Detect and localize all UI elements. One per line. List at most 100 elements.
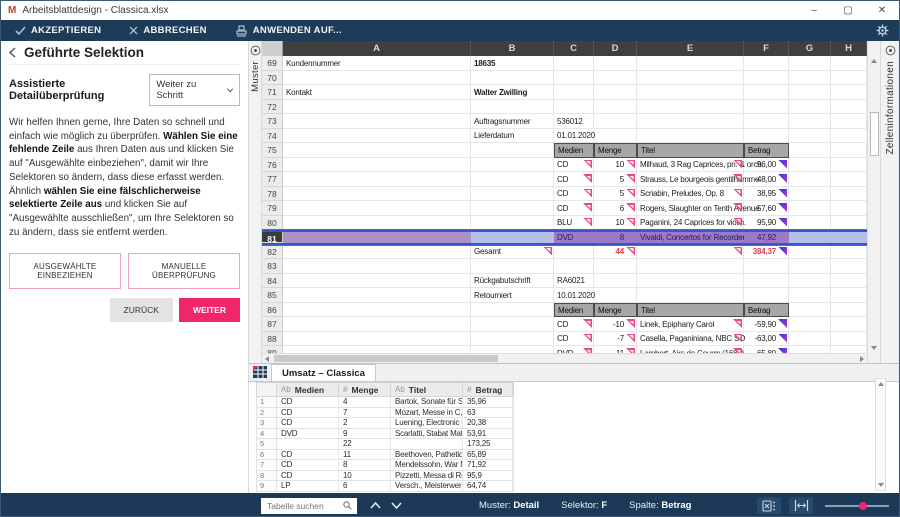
row-header-79[interactable]: 79: [262, 201, 283, 216]
cell-C72[interactable]: [554, 100, 594, 115]
cell-B85[interactable]: Retourniert: [471, 288, 554, 303]
cell-H80[interactable]: [831, 216, 867, 231]
cell-C80[interactable]: BLU: [554, 216, 594, 231]
cell-C74[interactable]: 01.01.2020: [554, 129, 594, 144]
include-selected-button[interactable]: AUSGEWÄHLTE EINBEZIEHEN: [9, 253, 121, 289]
cell-H79[interactable]: [831, 201, 867, 216]
zoom-slider-thumb[interactable]: [859, 502, 867, 510]
cell-F84[interactable]: [744, 274, 789, 289]
cell-A83[interactable]: [283, 259, 471, 274]
preview-cell[interactable]: [391, 439, 463, 449]
cell-H77[interactable]: [831, 172, 867, 187]
preview-row-4[interactable]: 4DVD9Scarlatti, Stabat Mater53,91: [256, 429, 514, 440]
cell-C73[interactable]: 536012: [554, 114, 594, 129]
row-header-82[interactable]: 82: [262, 245, 283, 260]
cell-D79[interactable]: 6: [594, 201, 637, 216]
back-chevron-icon[interactable]: [9, 47, 16, 58]
preview-cell[interactable]: Mendelssohn, War M...: [391, 460, 463, 470]
cell-D78[interactable]: 5: [594, 187, 637, 202]
preview-cell[interactable]: 10: [339, 471, 391, 481]
cell-G80[interactable]: [789, 216, 831, 231]
close-button[interactable]: ✕: [865, 1, 899, 20]
apply-to-button[interactable]: ANWENDEN AUF...: [221, 20, 356, 41]
preview-cell[interactable]: 35,96: [463, 397, 513, 407]
cell-A72[interactable]: [283, 100, 471, 115]
find-previous-button[interactable]: [370, 502, 381, 509]
preview-row-9[interactable]: 9LP6Versch., Meisterwerk...64,74: [256, 481, 514, 492]
horizontal-scroll-thumb[interactable]: [274, 355, 498, 362]
scroll-right-icon[interactable]: [860, 356, 864, 362]
preview-cell[interactable]: Pizzetti, Messa di Re...: [391, 471, 463, 481]
cell-D75[interactable]: Menge: [594, 143, 637, 158]
row-header-88[interactable]: 88: [262, 332, 283, 347]
cell-G87[interactable]: [789, 317, 831, 332]
cell-B83[interactable]: [471, 259, 554, 274]
preview-cell[interactable]: Versch., Meisterwerk...: [391, 481, 463, 491]
cell-A88[interactable]: [283, 332, 471, 347]
cell-H83[interactable]: [831, 259, 867, 274]
preview-row-5[interactable]: 522173,25: [256, 439, 514, 450]
cell-G81[interactable]: [789, 232, 831, 243]
cell-E80[interactable]: Paganini, 24 Caprices for violin.: [637, 216, 744, 231]
cell-E87[interactable]: Linek, Epiphany Carol: [637, 317, 744, 332]
next-button[interactable]: WEITER: [179, 298, 240, 322]
cell-D81[interactable]: 8: [594, 232, 637, 243]
preview-cell[interactable]: LP: [277, 481, 339, 491]
cell-F86[interactable]: Betrag: [744, 303, 789, 318]
cell-G71[interactable]: [789, 85, 831, 100]
cell-D70[interactable]: [594, 71, 637, 86]
cell-C71[interactable]: [554, 85, 594, 100]
cell-C83[interactable]: [554, 259, 594, 274]
tab-umsatz-classica[interactable]: Umsatz – Classica: [271, 364, 376, 381]
preview-cell[interactable]: Scarlatti, Stabat Mater: [391, 429, 463, 439]
cell-H81[interactable]: [831, 232, 867, 243]
cell-E86[interactable]: Titel: [637, 303, 744, 318]
cancel-button[interactable]: ABBRECHEN: [115, 20, 220, 41]
row-header-80[interactable]: 80: [262, 216, 283, 231]
back-button[interactable]: ZURÜCK: [110, 298, 173, 322]
preview-cell[interactable]: CD: [277, 460, 339, 470]
cell-B72[interactable]: [471, 100, 554, 115]
cell-A77[interactable]: [283, 172, 471, 187]
cell-A79[interactable]: [283, 201, 471, 216]
preview-cell[interactable]: Bartok, Sonate für So...: [391, 397, 463, 407]
search-input[interactable]: [265, 500, 343, 512]
preview-row-1[interactable]: 1CD4Bartok, Sonate für So...35,96: [256, 397, 514, 408]
cell-H86[interactable]: [831, 303, 867, 318]
cell-E69[interactable]: [637, 56, 744, 71]
cell-E79[interactable]: Rogers, Slaughter on Tenth Avenue: [637, 201, 744, 216]
cell-C76[interactable]: CD: [554, 158, 594, 173]
cell-A74[interactable]: [283, 129, 471, 144]
cell-F83[interactable]: [744, 259, 789, 274]
row-header-71[interactable]: 71: [262, 85, 283, 100]
manual-review-button[interactable]: MANUELLE ÜBERPRÜFUNG: [128, 253, 240, 289]
column-header-H[interactable]: H: [831, 41, 867, 56]
cell-H71[interactable]: [831, 85, 867, 100]
cell-F82[interactable]: 384,37: [744, 245, 789, 260]
cell-F81[interactable]: 47,92: [744, 232, 789, 243]
preview-scroll-down-icon[interactable]: [878, 483, 884, 487]
cell-D72[interactable]: [594, 100, 637, 115]
cell-C84[interactable]: RA6021: [554, 274, 594, 289]
cell-A89[interactable]: [283, 346, 471, 353]
cell-G69[interactable]: [789, 56, 831, 71]
cell-D83[interactable]: [594, 259, 637, 274]
cell-F89[interactable]: -65,89: [744, 346, 789, 353]
cell-G77[interactable]: [789, 172, 831, 187]
preview-scroll-up-icon[interactable]: [878, 382, 884, 386]
cell-D69[interactable]: [594, 56, 637, 71]
cell-F87[interactable]: -59,90: [744, 317, 789, 332]
cell-C69[interactable]: [554, 56, 594, 71]
row-header-86[interactable]: 86: [262, 303, 283, 318]
cell-F72[interactable]: [744, 100, 789, 115]
cell-A84[interactable]: [283, 274, 471, 289]
cell-F79[interactable]: 57,60: [744, 201, 789, 216]
scroll-up-icon[interactable]: [871, 59, 877, 63]
cell-E84[interactable]: [637, 274, 744, 289]
preview-cell[interactable]: CD: [277, 408, 339, 418]
cell-A86[interactable]: [283, 303, 471, 318]
preview-col-header-menge[interactable]: #Menge: [339, 383, 391, 396]
preview-cell[interactable]: Mozart, Messe in C, K...: [391, 408, 463, 418]
cell-H70[interactable]: [831, 71, 867, 86]
preview-cell[interactable]: DVD: [277, 429, 339, 439]
